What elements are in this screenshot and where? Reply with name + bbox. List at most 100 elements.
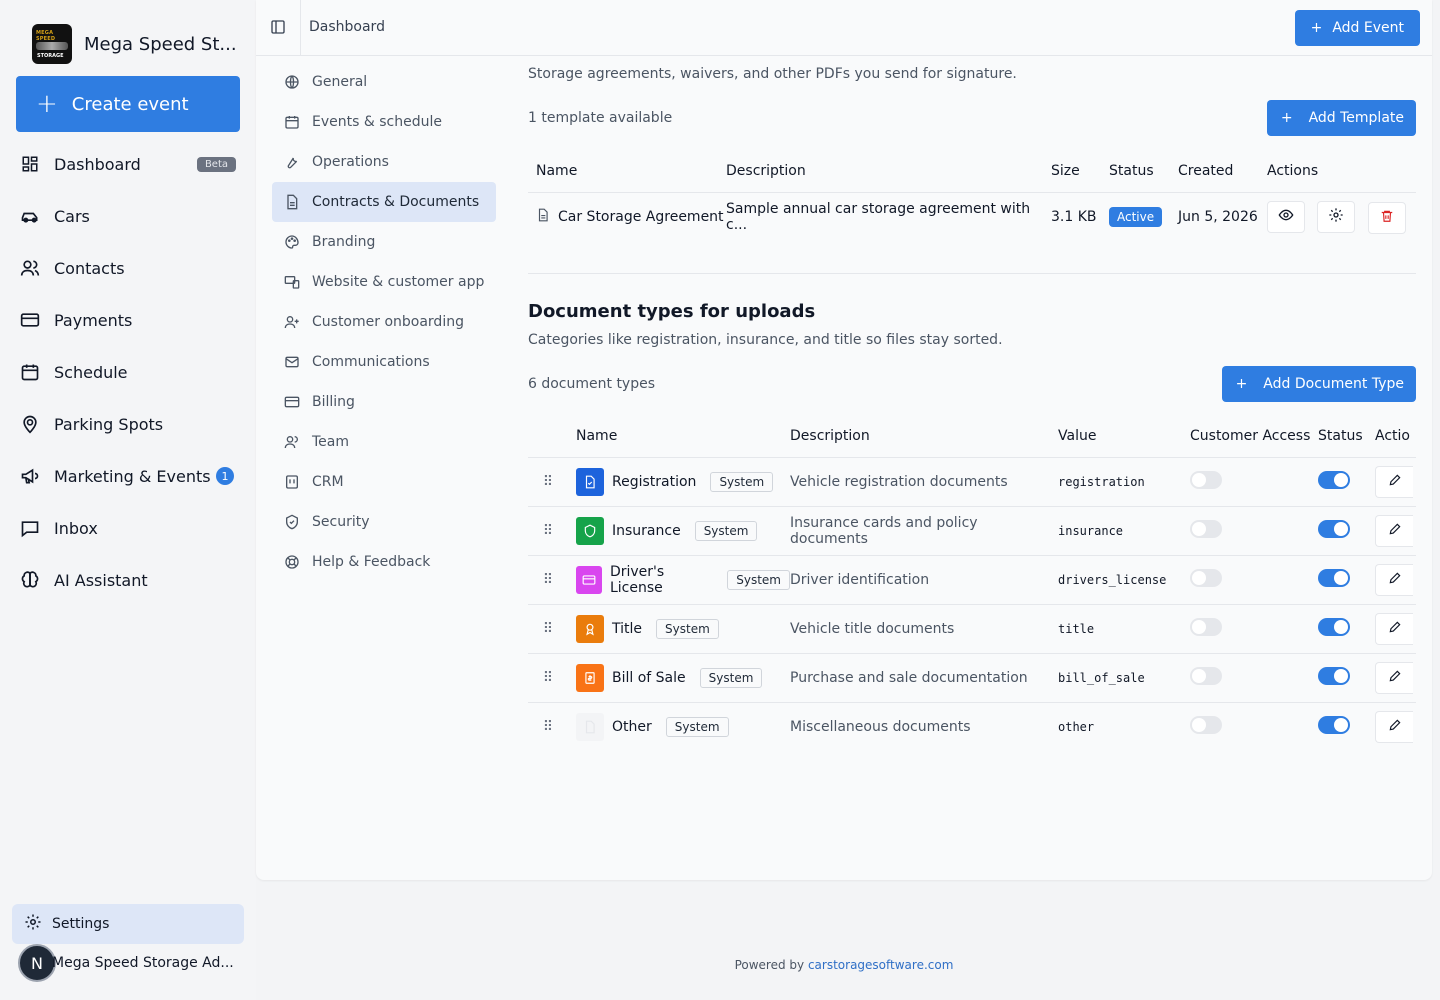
column-header-actions: Actions — [1267, 150, 1416, 193]
main-nav: Dashboard Beta Cars Contacts Payments Sc… — [16, 138, 240, 606]
notification-count-badge: 1 — [216, 467, 234, 485]
customer-access-toggle[interactable] — [1190, 470, 1222, 489]
doc-type-value: registration — [1058, 457, 1190, 507]
drag-handle-icon[interactable]: ⠿ — [528, 555, 568, 605]
doc-type-value: bill_of_sale — [1058, 653, 1190, 703]
edit-button[interactable] — [1375, 661, 1413, 694]
sidebar-item-cars[interactable]: Cars — [16, 190, 240, 242]
subnav-item-operations[interactable]: Operations — [272, 142, 496, 182]
add-event-button[interactable]: + Add Event — [1294, 10, 1420, 46]
status-toggle[interactable] — [1318, 568, 1350, 587]
sidebar-item-settings[interactable]: Settings — [12, 904, 244, 944]
subnav-item-general[interactable]: General — [272, 62, 496, 102]
sidebar-toggle-icon[interactable] — [270, 19, 286, 35]
status-toggle[interactable] — [1318, 666, 1350, 685]
column-header-description[interactable]: Description — [790, 415, 1058, 458]
subnav-item-team[interactable]: Team — [272, 422, 496, 462]
customer-access-toggle[interactable] — [1190, 715, 1222, 734]
breadcrumb[interactable]: Dashboard — [309, 19, 385, 35]
subnav-item-security[interactable]: Security — [272, 502, 496, 542]
delete-button[interactable] — [1367, 201, 1406, 234]
subnav-item-website-customer-app[interactable]: Website & customer app — [272, 262, 496, 302]
wrench-icon — [284, 154, 300, 170]
doc-type-name: Registration — [612, 473, 697, 490]
section-title: Document types for uploads — [528, 301, 816, 322]
column-header-status[interactable]: Status — [1109, 150, 1178, 193]
edit-button[interactable] — [1375, 514, 1413, 547]
table-row: ⠿ Insurance System Insurance cards and p… — [528, 506, 1416, 556]
subnav-item-branding[interactable]: Branding — [272, 222, 496, 262]
edit-button[interactable] — [1375, 563, 1413, 596]
customer-access-toggle[interactable] — [1190, 617, 1222, 636]
column-header-actions: Actio — [1375, 415, 1416, 458]
edit-button[interactable] — [1375, 710, 1413, 743]
footer-link[interactable]: carstoragesoftware.com — [808, 958, 953, 972]
subnav-item-billing[interactable]: Billing — [272, 382, 496, 422]
add-document-type-button[interactable]: + Add Document Type — [1221, 366, 1416, 402]
subnav-item-customer-onboarding[interactable]: Customer onboarding — [272, 302, 496, 342]
file-icon — [576, 467, 604, 496]
doc-type-description: Miscellaneous documents — [790, 718, 971, 735]
sidebar-item-payments[interactable]: Payments — [16, 294, 240, 346]
system-tag: System — [710, 471, 774, 492]
sidebar-item-inbox[interactable]: Inbox — [16, 502, 240, 554]
column-header-size[interactable]: Size — [1051, 150, 1109, 193]
sidebar-item-contacts[interactable]: Contacts — [16, 242, 240, 294]
column-header-customer-access[interactable]: Customer Access — [1190, 415, 1318, 458]
app-sidebar: MEGA SPEED STORAGE Mega Speed St... + Cr… — [0, 0, 256, 1000]
subnav-item-help-feedback[interactable]: Help & Feedback — [272, 542, 496, 582]
megaphone-icon — [20, 466, 40, 486]
subnav-item-crm[interactable]: CRM — [272, 462, 496, 502]
brain-icon — [20, 570, 40, 590]
award-icon — [576, 614, 604, 643]
brand[interactable]: MEGA SPEED STORAGE Mega Speed St... — [32, 24, 237, 64]
add-template-button[interactable]: + Add Template — [1266, 100, 1416, 136]
customer-access-toggle[interactable] — [1190, 666, 1222, 685]
subnav-item-events-schedule[interactable]: Events & schedule — [272, 102, 496, 142]
globe-icon — [284, 74, 300, 90]
status-toggle[interactable] — [1318, 617, 1350, 636]
sidebar-item-schedule[interactable]: Schedule — [16, 346, 240, 398]
status-toggle[interactable] — [1318, 715, 1350, 734]
column-header-name[interactable]: Name — [568, 415, 790, 458]
doc-type-description: Vehicle title documents — [790, 604, 1058, 654]
column-header-created[interactable]: Created — [1178, 150, 1267, 193]
sidebar-item-dashboard[interactable]: Dashboard Beta — [16, 138, 240, 190]
column-header-name[interactable]: Name — [528, 150, 726, 193]
create-event-button[interactable]: + Create event — [16, 76, 240, 132]
map-pin-icon — [20, 414, 40, 434]
plus-icon: + — [36, 89, 58, 119]
column-header-description[interactable]: Description — [726, 150, 1051, 193]
subnav-item-contracts-documents[interactable]: Contracts & Documents — [272, 182, 496, 222]
user-menu[interactable]: N Mega Speed Storage Ad... — [18, 944, 234, 982]
template-description: Sample annual car storage agreement with… — [726, 201, 1031, 234]
edit-button[interactable] — [1375, 612, 1413, 645]
preview-button[interactable] — [1267, 200, 1305, 233]
edit-button[interactable] — [1375, 465, 1413, 498]
id-card-icon — [576, 565, 602, 594]
customer-access-toggle[interactable] — [1190, 519, 1222, 538]
avatar: N — [18, 944, 56, 982]
templates-count: 1 template available — [528, 110, 673, 126]
drag-handle-icon[interactable]: ⠿ — [528, 457, 568, 507]
drag-handle-icon[interactable]: ⠿ — [528, 653, 568, 703]
doc-type-name: Other — [612, 718, 652, 735]
subnav-item-communications[interactable]: Communications — [272, 342, 496, 382]
table-row: ⠿ Registration System Vehicle registrati… — [528, 457, 1416, 507]
column-header-value[interactable]: Value — [1058, 415, 1190, 458]
shield-icon — [284, 514, 300, 530]
sidebar-item-ai-assistant[interactable]: AI Assistant — [16, 554, 240, 606]
drag-handle-icon[interactable]: ⠿ — [528, 702, 568, 751]
sidebar-item-marketing-events[interactable]: Marketing & Events 1 — [16, 450, 240, 502]
doc-types-subtitle: Categories like registration, insurance,… — [528, 332, 1003, 348]
column-header-status[interactable]: Status — [1318, 415, 1375, 458]
status-toggle[interactable] — [1318, 519, 1350, 538]
drag-handle-icon[interactable]: ⠿ — [528, 506, 568, 556]
sidebar-item-parking-spots[interactable]: Parking Spots — [16, 398, 240, 450]
configure-button[interactable] — [1317, 200, 1356, 233]
status-toggle[interactable] — [1318, 470, 1350, 489]
table-row[interactable]: Car Storage Agreement Sample annual car … — [528, 192, 1416, 242]
customer-access-toggle[interactable] — [1190, 568, 1222, 587]
template-created: Jun 5, 2026 — [1178, 209, 1258, 226]
drag-handle-icon[interactable]: ⠿ — [528, 604, 568, 654]
